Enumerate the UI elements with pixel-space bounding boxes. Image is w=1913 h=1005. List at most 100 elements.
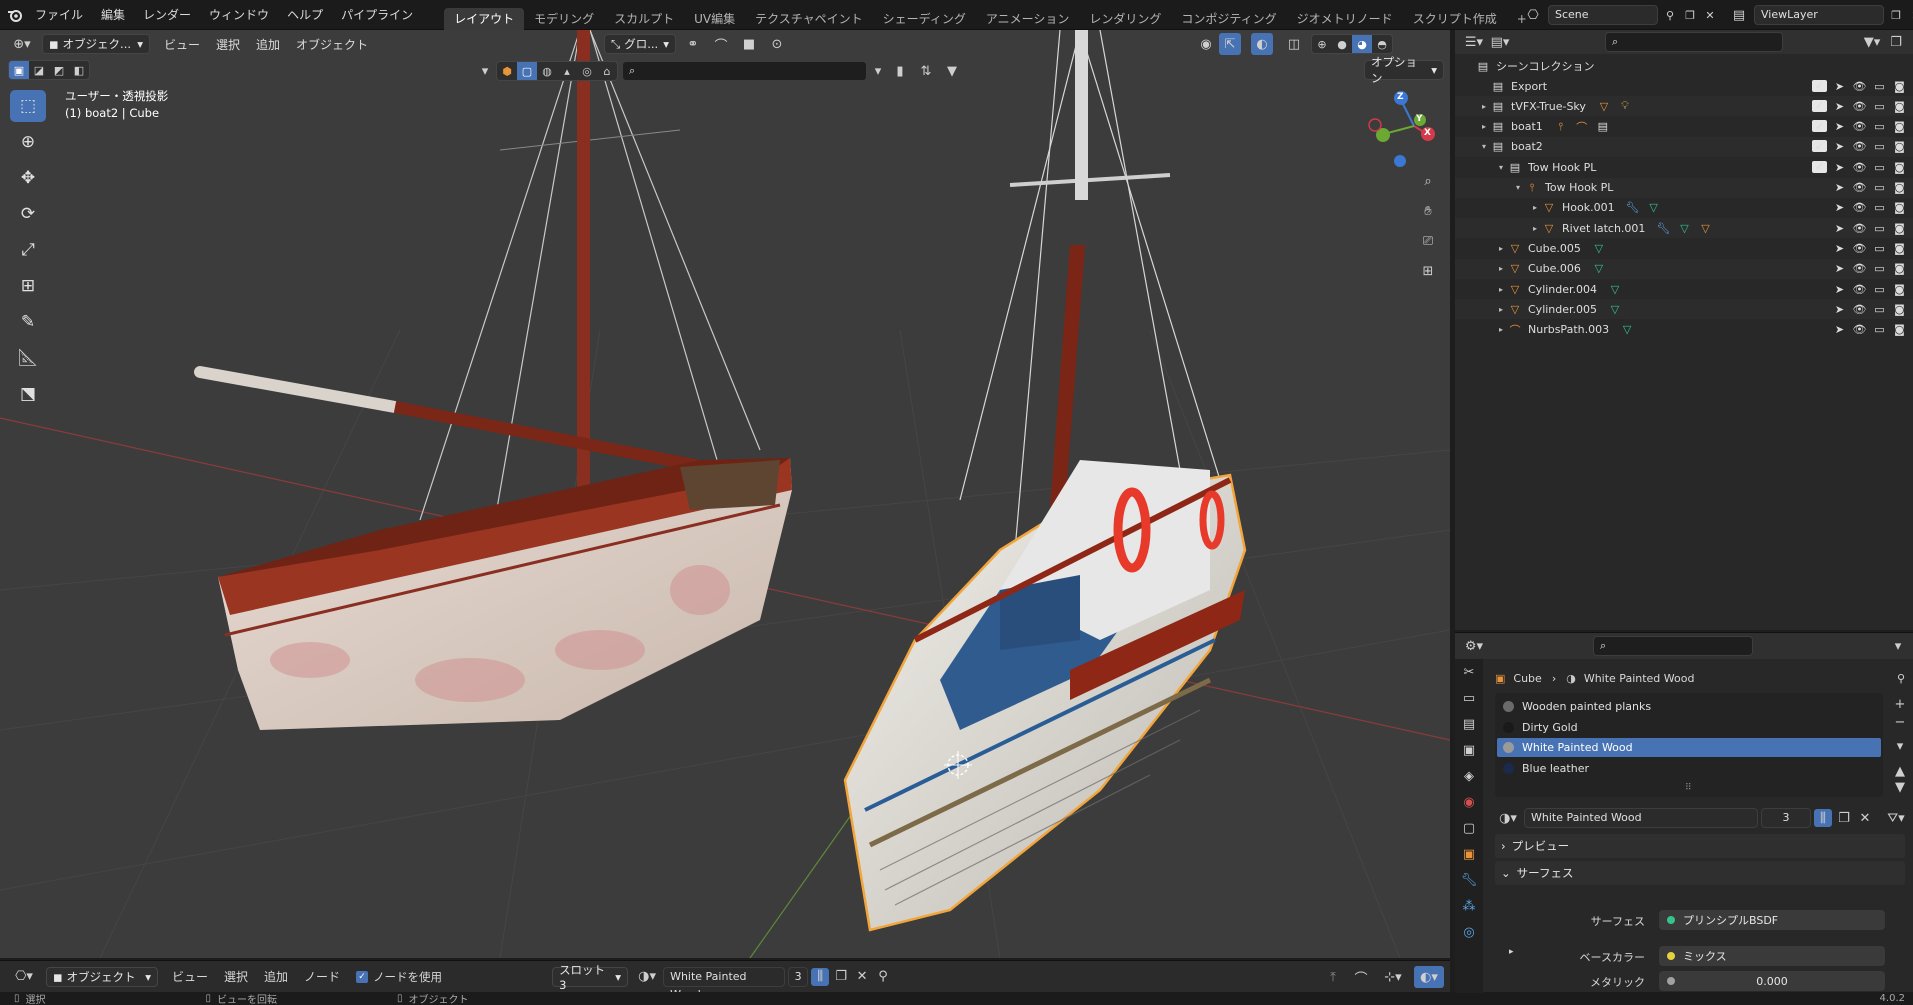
monitor-icon[interactable]: ▭ <box>1872 100 1887 113</box>
eye-icon[interactable]: 👁︎ <box>1852 262 1867 275</box>
surface-panel-header[interactable]: ⌄ サーフェス <box>1495 861 1905 885</box>
outliner-row[interactable]: ▾ ▤ Tow Hook PL ✓ ➤ 👁︎ ▭ ◙ <box>1455 157 1913 177</box>
view-layer-tab-icon[interactable]: ▣ <box>1455 737 1483 763</box>
world-tab-icon[interactable]: ◉ <box>1455 789 1483 815</box>
blender-logo-icon[interactable] <box>4 4 26 26</box>
disclosure-triangle-icon[interactable]: ▸ <box>1495 264 1507 273</box>
snap-icon[interactable]: ⌒ <box>1350 966 1372 988</box>
workspace-tab[interactable]: テクスチャペイント <box>745 8 873 30</box>
disclosure-triangle-icon[interactable]: ▸ <box>1478 122 1490 131</box>
snap-icon[interactable]: ⌒ <box>710 33 732 55</box>
data-icon[interactable]: ▽ <box>1591 262 1607 275</box>
move-up-icon[interactable]: ▲ <box>1891 763 1909 779</box>
material-slot[interactable]: White Painted Wood <box>1497 738 1881 757</box>
pan-hand-icon[interactable]: ✋︎ <box>1417 200 1439 222</box>
camera-icon[interactable]: ◙ <box>1892 323 1907 336</box>
pin-icon[interactable]: ⚲ <box>874 966 892 988</box>
annotate-tool-icon[interactable]: ✎ <box>10 306 46 338</box>
workspace-tab[interactable]: コンポジティング <box>1171 8 1286 30</box>
monitor-icon[interactable]: ▭ <box>1872 303 1887 316</box>
node-menu-item[interactable]: ノード <box>296 968 348 985</box>
pin-icon[interactable]: ⚲ <box>1897 672 1905 685</box>
collection-tab-icon[interactable]: ▢ <box>1455 815 1483 841</box>
filter-all-icon[interactable]: ⬢ <box>497 62 517 80</box>
exclude-checkbox-icon[interactable]: ✓ <box>1812 79 1827 92</box>
duplicate-material-icon[interactable]: ❐ <box>1835 807 1853 829</box>
outliner-row[interactable]: ▸ ▽ Rivet latch.001 🔧︎ ▽ ▽ ➤ 👁︎ ▭ ◙ <box>1455 218 1913 239</box>
move-tool-icon[interactable]: ✥ <box>10 162 46 194</box>
workspace-tab[interactable]: レイアウト <box>444 7 525 30</box>
outliner-row[interactable]: ▸ ▤ tVFX-True-Sky ▽ 💡︎ ✓ ➤ 👁︎ ▭ ◙ <box>1455 96 1913 117</box>
disclosure-triangle-icon[interactable]: ▾ <box>1512 183 1524 192</box>
filter-empty-icon[interactable]: ⌂ <box>597 62 617 80</box>
mod-icon[interactable]: 🔧︎ <box>1625 201 1641 214</box>
menu-item[interactable]: ヘルプ <box>278 0 332 30</box>
camera-icon[interactable]: ◙ <box>1892 80 1907 93</box>
rendered-shading-icon[interactable]: ◓ <box>1372 35 1392 53</box>
menu-item[interactable]: ウィンドウ <box>200 0 278 30</box>
view-layer-field[interactable]: ViewLayer <box>1754 5 1884 25</box>
eye-icon[interactable]: 👁︎ <box>1852 161 1867 174</box>
monitor-icon[interactable]: ▭ <box>1872 80 1887 93</box>
chevron-down-icon[interactable]: ▾ <box>1887 635 1909 657</box>
select-arrow-icon[interactable]: ➤ <box>1832 283 1847 296</box>
scene-field[interactable]: Scene <box>1548 5 1658 25</box>
monitor-icon[interactable]: ▭ <box>1872 222 1887 235</box>
add-cube-tool-icon[interactable]: ⬔ <box>10 378 46 410</box>
outliner-row[interactable]: ▸ ▽ Cube.006 ▽ ➤ 👁︎ ▭ ◙ <box>1455 258 1913 279</box>
material-slot[interactable]: Wooden painted planks <box>1497 697 1881 716</box>
camera-icon[interactable]: ◙ <box>1892 161 1907 174</box>
camera-icon[interactable]: ◙ <box>1892 181 1907 194</box>
viewport-menu-item[interactable]: 選択 <box>208 36 248 53</box>
editor-type-icon[interactable]: ⊕▾ <box>8 33 36 55</box>
workspace-tab[interactable]: スカルプト <box>604 8 684 30</box>
unlink-material-icon[interactable]: ✕ <box>853 966 871 988</box>
object-tab-icon[interactable]: ▣ <box>1455 841 1483 867</box>
monitor-icon[interactable]: ▭ <box>1872 140 1887 153</box>
base-color-field[interactable]: ミックス <box>1659 946 1885 966</box>
select-arrow-icon[interactable]: ➤ <box>1832 80 1847 93</box>
outliner-row[interactable]: ▸ ▽ Cube.005 ▽ ➤ 👁︎ ▭ ◙ <box>1455 238 1913 258</box>
move-down-icon[interactable]: ▼ <box>1891 779 1909 795</box>
filter-camera-icon[interactable]: ▴ <box>557 62 577 80</box>
gizmo-y-label[interactable]: Y <box>1416 114 1423 124</box>
material-slot[interactable]: Dirty Gold <box>1497 718 1881 737</box>
select-new-icon[interactable]: ▣ <box>9 61 29 79</box>
workspace-tab[interactable]: ジオメトリノード <box>1287 8 1403 30</box>
use-nodes-toggle[interactable]: ✓ ノードを使用 <box>356 969 442 985</box>
select-arrow-icon[interactable]: ➤ <box>1832 222 1847 235</box>
workspace-tab[interactable]: レンダリング <box>1079 8 1171 30</box>
material-shading-icon[interactable]: ◕ <box>1352 35 1372 53</box>
editor-type-icon[interactable]: ⚙▾ <box>1461 635 1487 657</box>
output-tab-icon[interactable]: ▤ <box>1455 711 1483 737</box>
filter-icon[interactable]: ▼▾ <box>1859 31 1885 53</box>
workspace-tab[interactable]: スクリプト作成 <box>1403 8 1507 30</box>
data-icon[interactable]: ▽ <box>1591 242 1607 255</box>
viewport-menu-item[interactable]: 追加 <box>248 36 288 53</box>
bookmark-icon[interactable]: ▮ <box>889 60 911 82</box>
chevron-down-icon[interactable]: ▾ <box>871 60 885 82</box>
select-arrow-icon[interactable]: ➤ <box>1832 201 1847 214</box>
outliner-row[interactable]: ▤ Export ✓ ➤ 👁︎ ▭ ◙ <box>1455 76 1913 96</box>
3d-viewport[interactable]: Z Y X ⊕▾ ◼ オブジェク... ▾ ビュー 選択 追加 オブジェクト ⤡ グロ… <box>0 30 1450 958</box>
monitor-icon[interactable]: ▭ <box>1872 201 1887 214</box>
node-menu-item[interactable]: 追加 <box>256 968 296 985</box>
physics-tab-icon[interactable]: ◎ <box>1455 919 1483 945</box>
material-name-field[interactable]: White Painted Wood <box>1524 808 1758 828</box>
data-icon[interactable]: ▽ <box>1607 283 1623 296</box>
monitor-icon[interactable]: ▭ <box>1872 323 1887 336</box>
perspective-toggle-icon[interactable]: ⊞ <box>1417 260 1439 282</box>
eye-icon[interactable]: 👁︎ <box>1852 303 1867 316</box>
camera-icon[interactable]: ◙ <box>1892 303 1907 316</box>
new-view-layer-icon[interactable]: ❐ <box>1888 4 1904 26</box>
outliner-row[interactable]: ▸ ⌒ NurbsPath.003 ▽ ➤ 👁︎ ▭ ◙ <box>1455 320 1913 340</box>
monitor-icon[interactable]: ▭ <box>1872 120 1887 133</box>
monitor-icon[interactable]: ▭ <box>1872 242 1887 255</box>
editor-type-icon[interactable]: ☰▾ <box>1461 31 1487 53</box>
monitor-icon[interactable]: ▭ <box>1872 283 1887 296</box>
outliner-search-input[interactable]: ⌕ <box>1605 32 1783 52</box>
filter-other-icon[interactable]: ◎ <box>577 62 597 80</box>
modifier-tab-icon[interactable]: 🔧︎ <box>1455 867 1483 893</box>
disclosure-triangle-icon[interactable]: ▸ <box>1529 203 1541 212</box>
material-browse-icon[interactable]: ◑▾ <box>634 966 660 988</box>
